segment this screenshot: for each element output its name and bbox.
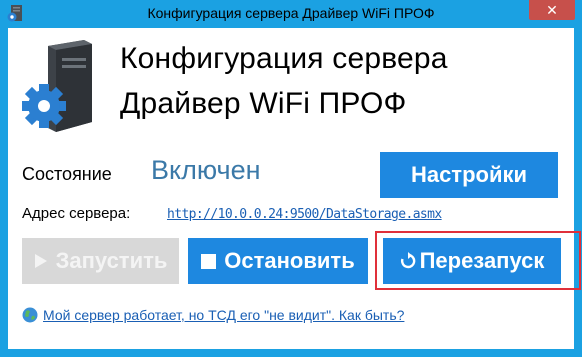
server-address-label: Адрес сервера:: [22, 205, 131, 222]
client-area: Конфигурация сервера Драйвер WiFi ПРОФ С…: [8, 28, 581, 349]
title-bar[interactable]: Конфигурация сервера Драйвер WiFi ПРОФ ✕: [0, 0, 582, 28]
stop-button-label: Остановить: [224, 248, 355, 273]
stop-button[interactable]: Остановить: [188, 238, 368, 284]
help-link[interactable]: Мой сервер работает, но ТСД его "не види…: [43, 307, 404, 323]
globe-icon: [22, 307, 38, 323]
start-button-label: Запустить: [55, 248, 168, 273]
settings-button-label: Настройки: [410, 162, 528, 187]
app-window: Конфигурация сервера Драйвер WiFi ПРОФ ✕: [0, 0, 582, 357]
header-title-line2: Драйвер WiFi ПРОФ: [120, 87, 407, 120]
start-button[interactable]: Запустить: [22, 238, 179, 284]
status-value: Включен: [151, 155, 261, 185]
settings-button[interactable]: Настройки: [380, 152, 558, 198]
stop-icon: [201, 253, 217, 269]
help-row: Мой сервер работает, но ТСД его "не види…: [22, 307, 404, 323]
header-title-line1: Конфигурация сервера: [120, 42, 448, 75]
restart-button-label: Перезапуск: [419, 248, 545, 273]
close-button[interactable]: ✕: [529, 0, 575, 20]
play-icon: [34, 253, 48, 269]
restart-highlight: Перезапуск: [375, 231, 581, 290]
server-gear-icon: [22, 40, 92, 132]
status-label: Состояние: [22, 164, 112, 184]
refresh-icon: [400, 252, 416, 270]
server-address-link[interactable]: http://10.0.0.24:9500/DataStorage.asmx: [167, 207, 442, 222]
window-title: Конфигурация сервера Драйвер WiFi ПРОФ: [147, 5, 435, 21]
restart-button[interactable]: Перезапуск: [383, 238, 561, 284]
